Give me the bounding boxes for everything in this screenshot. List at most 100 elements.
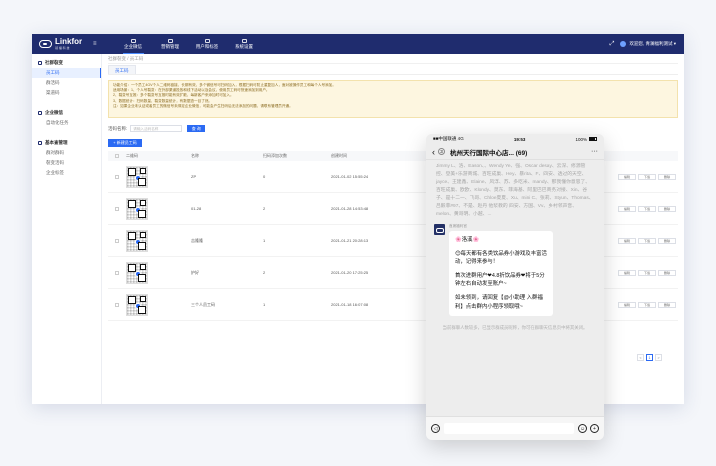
logo[interactable]: Linkfor 领 福 科 技 (39, 38, 89, 50)
carrier: ■■中国联通 4G (433, 136, 464, 141)
notice-line: 注：如果企业未认证或者员工的微信号未绑定企业微信，可能会产生扫码后无法添加的问题… (113, 103, 293, 108)
more-icon[interactable]: ··· (591, 148, 598, 155)
delete-button[interactable]: 删除 (658, 301, 676, 308)
query-button[interactable]: 查 询 (187, 125, 206, 132)
filter-bar: 活码名称: 请输入活码名称 查 询 (108, 124, 678, 133)
top-bar: Linkfor 领 福 科 技 ≡ 企业微信 营销管理 用户和标签 系统设置 ⤢… (32, 34, 684, 54)
edit-button[interactable]: 编辑 (618, 301, 636, 308)
select-all-checkbox[interactable] (108, 154, 126, 158)
sidebar-group-title[interactable]: 企业微信 (32, 108, 101, 118)
sidebar-item-group-code[interactable]: 群活码 (32, 78, 101, 88)
group-title-text: 基本查管理 (45, 140, 68, 145)
qrcode-image[interactable] (126, 293, 148, 316)
nav-label: 系统设置 (235, 43, 254, 49)
bubble-line: 首次进群用户❤4.8折饮品券❤将于5分钟左右自动发至账户~ (455, 272, 545, 288)
download-button[interactable]: 下载 (638, 269, 656, 276)
battery-level: 100% (575, 136, 587, 142)
code-name-input[interactable]: 请输入活码名称 (130, 125, 183, 132)
phone-mockup: ■■中国联通 4G 19:53 100% ‹ 3 杭州天行国际中心店... (6… (426, 134, 604, 440)
qrcode-image[interactable] (126, 165, 148, 188)
download-button[interactable]: 下载 (638, 205, 656, 212)
chat-message: 首席福利官 🌸洛溪🌸 😊每天都有各类饮品券小游戏及丰富活动，记得来参与！ 首次进… (426, 224, 604, 317)
edit-button[interactable]: 编辑 (618, 173, 636, 180)
sidebar-item-staff-code[interactable]: 员工码 (32, 68, 101, 78)
checkbox-box (115, 302, 119, 307)
sender-avatar[interactable] (434, 224, 445, 235)
download-button[interactable]: 下载 (638, 173, 656, 180)
sidebar-item-corp-tags[interactable]: 企业标签 (32, 168, 101, 178)
chat-title: 杭州天行国际中心店... (69) (450, 149, 528, 157)
edit-button[interactable]: 编辑 (618, 205, 636, 212)
expand-icon[interactable]: ⤢ (610, 41, 615, 48)
emoji-icon[interactable]: ☺ (578, 424, 587, 433)
checkbox-box (115, 270, 119, 275)
menu-icon[interactable]: ≡ (93, 41, 97, 47)
row-checkbox[interactable] (108, 174, 126, 179)
page-1-button[interactable]: 1 (646, 354, 653, 361)
unread-badge: 3 (438, 148, 445, 155)
tab-staff-code[interactable]: 员工码 (108, 65, 136, 74)
checkbox-box (115, 206, 119, 211)
qrcode-image[interactable] (126, 261, 148, 284)
sender-name: 首席福利官 (449, 224, 467, 228)
plus-icon[interactable]: + (590, 424, 599, 433)
delete-button[interactable]: 删除 (658, 237, 676, 244)
chat-input-bar: ◁ ☺ + (426, 416, 604, 440)
col-count: 扫码添加次数 (263, 153, 287, 158)
bubble-line: 🌸洛溪🌸 (455, 237, 480, 243)
row-checkbox[interactable] (108, 238, 126, 243)
download-button[interactable]: 下载 (638, 237, 656, 244)
bubble-line: 如未领到，请回复【@小助理 入群福利】点击群内小程序领取哦~ (455, 294, 543, 310)
battery: 100% (575, 137, 597, 142)
nav-marketing[interactable]: 营销管理 (152, 34, 189, 54)
message-input[interactable] (444, 423, 574, 434)
group-icon (38, 141, 42, 145)
sidebar-group-title[interactable]: 社群裂变 (32, 58, 101, 68)
back-icon[interactable]: ‹ (432, 147, 435, 157)
col-time: 创建时间 (331, 153, 347, 158)
prev-page-button[interactable]: < (637, 354, 644, 361)
nav-label: 企业微信 (124, 43, 143, 49)
sidebar-item-fission-code[interactable]: 裂变活码 (32, 158, 101, 168)
nav-settings[interactable]: 系统设置 (226, 34, 263, 54)
top-nav: 企业微信 营销管理 用户和标签 系统设置 (115, 34, 263, 54)
row-checkbox[interactable] (108, 302, 126, 307)
logo-sub: 领 福 科 技 (55, 46, 70, 50)
nav-tags[interactable]: 用户和标签 (189, 34, 226, 54)
row-count: 1 (263, 238, 266, 243)
edit-button[interactable]: 编辑 (618, 237, 636, 244)
next-page-button[interactable]: > (655, 354, 662, 361)
qrcode-image[interactable] (126, 197, 148, 220)
phone-status-bar: ■■中国联通 4G 19:53 100% (426, 134, 604, 144)
sidebar-group-title[interactable]: 基本查管理 (32, 138, 101, 148)
message-bubble[interactable]: 🌸洛溪🌸 😊每天都有各类饮品券小游戏及丰富活动，记得来参与！ 首次进群用户❤4.… (449, 231, 553, 317)
marketing-icon (167, 38, 173, 43)
user-name: 欢迎您, 青澜福利测试 ▾ (629, 41, 676, 46)
checkbox-box (115, 238, 119, 243)
checkbox-box (115, 154, 119, 158)
sidebar-item-group-pair[interactable]: 群对群码 (32, 148, 101, 158)
group-icon (38, 61, 42, 65)
group-title-text: 企业微信 (45, 110, 63, 115)
battery-icon (588, 137, 597, 142)
logo-icon (39, 40, 52, 48)
row-name: 吉隆隆 (191, 237, 203, 243)
new-staff-code-button[interactable]: + 新建员工码 (108, 139, 142, 147)
nav-wecom[interactable]: 企业微信 (115, 34, 152, 54)
sidebar-item-channel-code[interactable]: 渠道码 (32, 88, 101, 98)
edit-button[interactable]: 编辑 (618, 269, 636, 276)
row-checkbox[interactable] (108, 206, 126, 211)
checkbox-box (115, 174, 119, 179)
delete-button[interactable]: 删除 (658, 269, 676, 276)
row-time: 2021-01-28 14:53:48 (331, 206, 369, 211)
voice-icon[interactable]: ◁ (431, 424, 440, 433)
settings-icon (241, 38, 247, 43)
user-menu[interactable]: ⤢ 欢迎您, 青澜福利测试 ▾ (610, 34, 676, 54)
qrcode-image[interactable] (126, 229, 148, 252)
download-button[interactable]: 下载 (638, 301, 656, 308)
delete-button[interactable]: 删除 (658, 173, 676, 180)
col-name: 名称 (191, 153, 199, 158)
delete-button[interactable]: 删除 (658, 205, 676, 212)
row-checkbox[interactable] (108, 270, 126, 275)
sidebar-item-auto-task[interactable]: 自动化任务 (32, 118, 101, 128)
